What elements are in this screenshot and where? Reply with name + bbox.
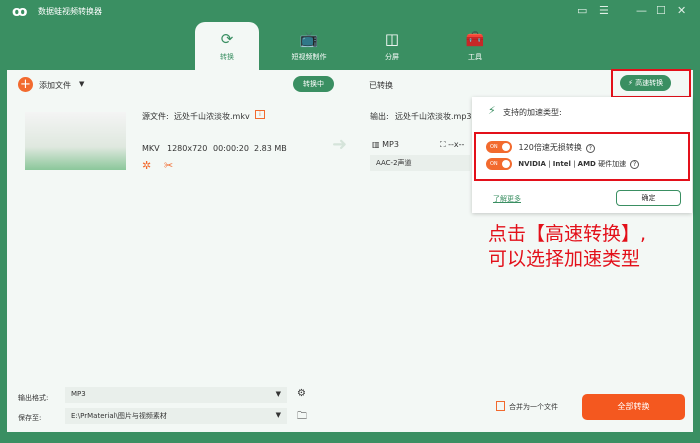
cut-icon[interactable]: ✂ <box>164 159 173 172</box>
video-thumbnail <box>25 112 126 170</box>
help-icon[interactable]: ? <box>630 160 640 169</box>
source-format: MKV <box>142 144 160 153</box>
tab-convert[interactable]: ⟳ 转换 <box>195 22 259 70</box>
source-filename: 远处千山浓淡妆.mkv <box>174 112 250 121</box>
output-resolution: ⛶ --x-- <box>440 140 465 149</box>
merge-checkbox[interactable] <box>496 401 505 411</box>
source-label: 源文件: <box>142 112 169 121</box>
popup-title: 支持的加速类型: <box>503 108 562 117</box>
tab-converting[interactable]: 转换中 <box>293 76 334 92</box>
annotation-text: 点击【高速转换】, 可以选择加速类型 <box>488 223 647 270</box>
audio-channel-select[interactable]: AAC-2声道 <box>370 155 470 171</box>
settings-icon[interactable]: ⚙ <box>297 388 306 399</box>
tab-converted[interactable]: 已转换 <box>369 80 393 91</box>
arrow-right-icon: ➜ <box>332 134 348 155</box>
resize-icon: ⛶ <box>440 140 446 149</box>
hardware-option: ON NVIDIA | Intel | AMD 硬件加速? <box>486 158 640 170</box>
highlight-box <box>474 132 690 181</box>
app-logo-icon: ꝏ <box>12 4 28 20</box>
convert-icon: ⟳ <box>220 30 234 48</box>
output-format[interactable]: ▥ MP3 <box>372 140 399 149</box>
menu-icon[interactable]: ☰ <box>599 4 609 17</box>
tab-split-screen[interactable]: ◫ 分屏 <box>360 22 424 70</box>
tab-short-video[interactable]: 📺 短视频制作 <box>277 22 341 70</box>
toolbox-icon: 🧰 <box>465 30 485 48</box>
hardware-toggle[interactable]: ON <box>486 158 512 170</box>
high-speed-button[interactable]: ⚡ 高速转换 <box>620 75 672 91</box>
feedback-icon[interactable]: ▭ <box>577 4 587 17</box>
learn-more-link[interactable]: 了解更多 <box>493 194 521 204</box>
maximize-icon[interactable]: ☐ <box>656 4 666 17</box>
output-format-label: 输出格式: <box>18 394 49 402</box>
source-resolution: 1280x720 <box>167 144 208 153</box>
confirm-button[interactable]: 确定 <box>616 190 681 206</box>
output-format-select[interactable]: MP3 ▼ <box>65 387 287 403</box>
folder-icon[interactable]: 🗀 <box>297 409 307 426</box>
tv-icon: 📺 <box>299 30 319 48</box>
output-label: 输出: <box>370 112 389 121</box>
add-file-button[interactable]: 添加文件 <box>39 80 71 91</box>
convert-all-button[interactable]: 全部转换 <box>582 394 685 420</box>
close-icon[interactable]: ✕ <box>677 4 686 17</box>
film-icon: ▥ <box>372 140 380 149</box>
add-file-dropdown[interactable]: ▼ <box>79 80 84 88</box>
app-title: 数据蛙视频转换器 <box>38 7 102 16</box>
merge-label: 合并为一个文件 <box>509 403 558 411</box>
lossless-toggle[interactable]: ON <box>486 141 512 153</box>
tab-tools[interactable]: 🧰 工具 <box>443 22 507 70</box>
save-to-label: 保存至: <box>18 414 42 422</box>
output-filename: 远处千山浓淡妆.mp3 <box>395 112 472 121</box>
info-icon[interactable]: i <box>255 110 265 119</box>
save-path-select[interactable]: E:\PrMaterial\图片与视频素材 ▼ <box>65 408 287 424</box>
split-icon: ◫ <box>384 30 400 48</box>
add-icon[interactable]: + <box>18 77 33 92</box>
minimize-icon[interactable]: — <box>636 4 647 17</box>
source-duration: 00:00:20 <box>213 144 249 153</box>
source-size: 2.83 MB <box>254 144 287 153</box>
effect-icon[interactable]: ✲ <box>142 159 151 172</box>
lossless-option: ON 120倍速无损转换? <box>486 141 595 153</box>
lightning-icon: ⚡ <box>488 104 496 117</box>
lightning-icon: ⚡ <box>628 79 633 87</box>
help-icon[interactable]: ? <box>585 143 595 153</box>
